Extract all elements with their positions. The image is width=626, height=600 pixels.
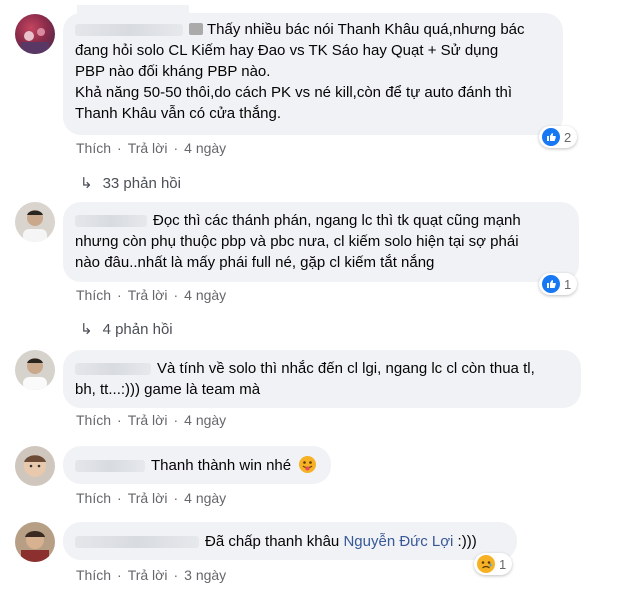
comment-text-line: PBP nào đối kháng PBP nào. [75,63,271,80]
reply-link[interactable]: Trả lời [128,490,168,506]
comment-timestamp[interactable]: 3 ngày [184,567,226,583]
comment-text-line: nào đâu..nhất là mấy phái full né, gặp c… [75,254,435,271]
avatar[interactable] [15,522,55,562]
author-name-blurred[interactable] [75,24,183,37]
like-link[interactable]: Thích [76,412,111,428]
comment-timestamp[interactable]: 4 ngày [184,287,226,303]
like-icon [542,128,560,146]
view-replies-link[interactable]: ↳ 4 phản hồi [80,320,173,339]
like-icon [542,275,560,293]
comment-text-line: Khả năng 50-50 thôi,do cách PK vs né kil… [75,84,512,101]
reply-arrow-icon: ↳ [80,321,93,338]
comment-actions: Thích · Trả lời · 4 ngày [76,140,226,156]
separator-dot: · [173,287,179,303]
tongue-emoji-icon [299,456,317,473]
avatar[interactable] [15,202,55,242]
author-name-blurred[interactable] [75,363,151,376]
comment-text: Thanh thành win nhé [151,457,292,474]
comment-text: Đã chấp thanh khâu [205,533,340,550]
separator-dot: · [173,490,179,506]
sad-icon [477,555,495,573]
comment-actions: Thích · Trả lời · 4 ngày [76,412,226,428]
reply-arrow-icon: ↳ [80,175,93,192]
like-link[interactable]: Thích [76,140,111,156]
reply-link[interactable]: Trả lời [128,140,168,156]
replies-count: 33 phản hồi [102,174,181,192]
separator-dot: · [117,412,122,428]
comment-text-after: :))) [457,533,477,550]
avatar-image-icon [21,531,49,562]
comment-bubble: Đọc thì các thánh phán, ngang lc thì tk … [63,202,579,282]
separator-dot: · [173,140,179,156]
reaction-count[interactable]: 1 [474,553,513,575]
reaction-count[interactable]: 2 [539,126,578,148]
comment-bubble: Thấy nhiều bác nói Thanh Khâu quá,nhưng … [63,5,563,135]
avatar[interactable] [15,446,55,486]
like-link[interactable]: Thích [76,490,111,506]
like-link[interactable]: Thích [76,287,111,303]
comment-actions: Thích · Trả lời · 3 ngày [76,567,226,583]
comment-bubble: Đã chấp thanh khâu Nguyễn Đức Lợi :))) [63,522,517,560]
avatar-image-icon [23,358,47,390]
reaction-count-label: 1 [564,276,572,292]
reaction-count-label: 2 [564,129,572,145]
comment-text-line: Thấy nhiều bác nói Thanh Khâu quá,nhưng … [207,21,525,38]
comment-timestamp[interactable]: 4 ngày [184,412,226,428]
comment-actions: Thích · Trả lời · 4 ngày [76,287,226,303]
author-name-blurred[interactable] [75,536,199,549]
separator-dot: · [117,490,122,506]
separator-dot: · [173,567,179,583]
avatar-image-icon [21,28,49,54]
reaction-count[interactable]: 1 [539,273,578,295]
sticker-icon [189,23,203,35]
comment-text-line: đang hỏi solo CL Kiếm hay Đao vs TK Sáo … [75,42,499,59]
reply-link[interactable]: Trả lời [128,412,168,428]
comment-bubble: Thanh thành win nhé [63,446,331,484]
mention-link[interactable]: Nguyễn Đức Lợi [343,533,453,550]
comment-text-line: bh, tt...:))) game là team mà [75,381,261,398]
like-link[interactable]: Thích [76,567,111,583]
comment-text-line: Thanh Khâu vẫn có cửa thắng. [75,105,282,122]
comment-timestamp[interactable]: 4 ngày [184,490,226,506]
reply-link[interactable]: Trả lời [128,287,168,303]
comment-actions: Thích · Trả lời · 4 ngày [76,490,226,506]
comment-text-line: Và tính về solo thì nhắc đến cl lgi, nga… [157,360,535,377]
avatar[interactable] [15,14,55,54]
replies-count: 4 phản hồi [102,320,173,338]
separator-dot: · [117,567,122,583]
author-name-blurred[interactable] [75,460,145,473]
avatar-image-icon [24,455,46,477]
separator-dot: · [117,287,122,303]
comment-text-line: nhưng còn phụ thuộc pbp và pbc nưa, cl k… [75,233,519,250]
comment-timestamp[interactable]: 4 ngày [184,140,226,156]
reaction-count-label: 1 [499,556,507,572]
comment-text-line: Đọc thì các thánh phán, ngang lc thì tk … [153,212,521,229]
separator-dot: · [117,140,122,156]
view-replies-link[interactable]: ↳ 33 phản hồi [80,174,181,193]
avatar[interactable] [15,350,55,390]
comment-bubble: Và tính về solo thì nhắc đến cl lgi, nga… [63,350,581,408]
avatar-image-icon [23,210,47,242]
author-name-blurred[interactable] [75,215,147,228]
reply-link[interactable]: Trả lời [128,567,168,583]
separator-dot: · [173,412,179,428]
